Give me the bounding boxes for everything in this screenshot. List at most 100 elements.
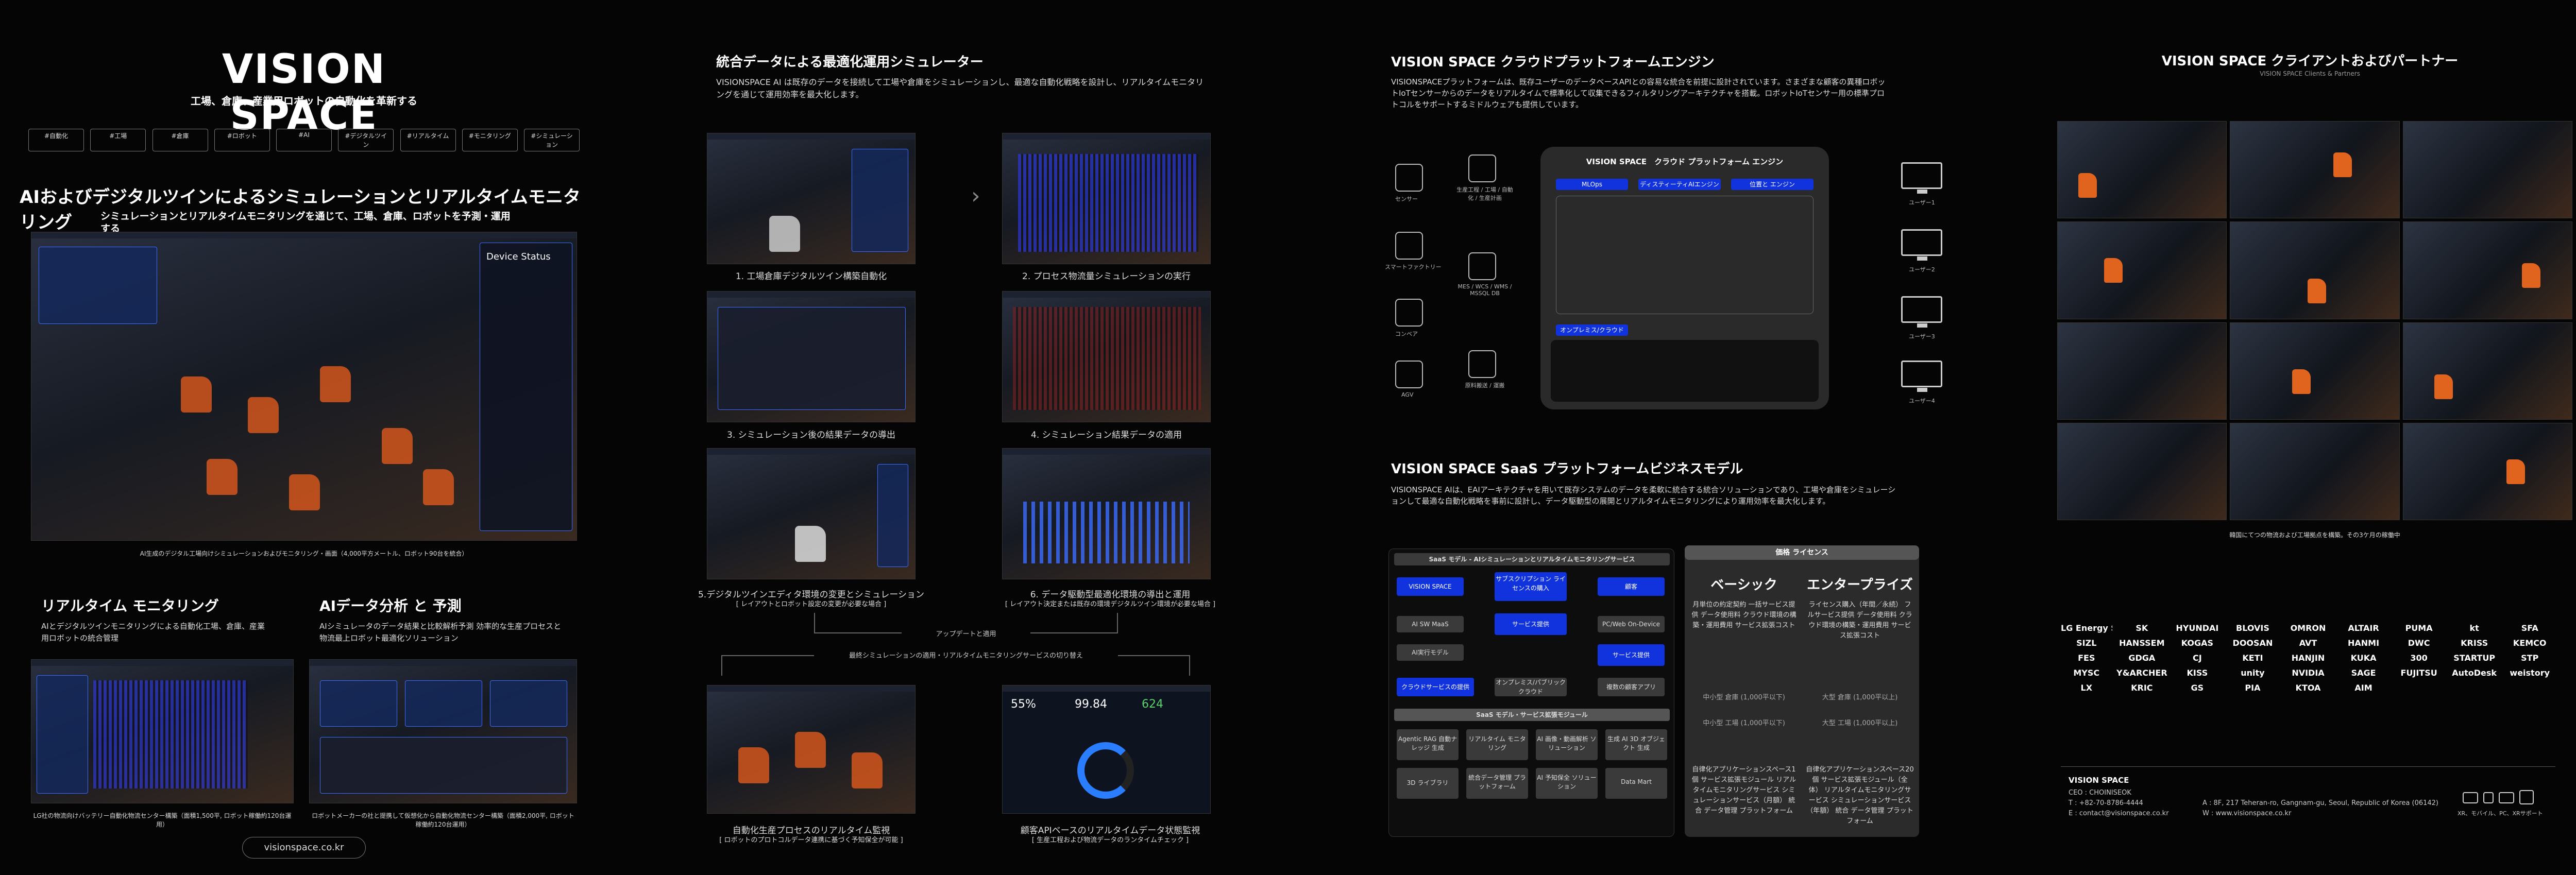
basic-desc: 月単位の約定契約 一括サービス提供 データ使用料 クラウド環境の構築・運用費用 …	[1691, 601, 1797, 629]
enterprise-title: エンタープライズ	[1807, 577, 1913, 593]
tab-mlops[interactable]: MLOps	[1556, 179, 1628, 190]
sensor-icon	[1395, 164, 1423, 192]
step1-label: 1. 工場倉庫デジタルツイン構築自動化	[735, 271, 887, 282]
tag[interactable]: #AI	[276, 129, 332, 151]
engine-diagram: VISION SPACE クラウド プラットフォーム エンジン MLOps ディ…	[1540, 147, 1829, 409]
engine-box-title: VISION SPACE クラウド プラットフォーム エンジン	[1586, 157, 1784, 166]
partner-logo: FES	[2078, 653, 2095, 663]
monitor-icon	[1901, 296, 1942, 328]
license-panel: 価格 ライセンス ベーシック 月単位の約定契約 一括サービス提供 データ使用料 …	[1685, 545, 1919, 837]
devices-label: XR、モバイル、PC、XRサポート	[2458, 810, 2543, 817]
company-name: VISION SPACE	[2069, 776, 2129, 785]
gallery-image[interactable]	[2057, 221, 2227, 319]
tab-location-engine[interactable]: 位置と エンジン	[1731, 179, 1814, 190]
partner-logo: KISS	[2187, 668, 2208, 678]
final-label: 最終シミュレーションの適用・リアルタイムモニタリングサービスの切り替え	[814, 650, 1118, 660]
smart-factory-icon	[1395, 232, 1423, 260]
partner-logo: weistory	[2510, 668, 2550, 678]
saas-left-head: SaaS モデル - AIシミュレーションとリアルタイムモニタリングサービス	[1394, 553, 1670, 565]
partner-logo: BLOVIS	[2236, 623, 2269, 633]
gallery-image[interactable]	[2230, 221, 2400, 319]
basic-size-1: 中小型 倉庫 (1,000平以下)	[1703, 694, 1785, 701]
clients-subtitle: VISION SPACE Clients & Partners	[2260, 70, 2360, 77]
step4-label: 4. シミュレーション結果データの適用	[1031, 430, 1182, 440]
node-apps: 複数の顧客アプリ	[1598, 678, 1665, 696]
partner-logo: PUMA	[2405, 623, 2433, 633]
tab-ai-engine[interactable]: ディスティーティAIエンジン	[1638, 179, 1721, 190]
tag[interactable]: #モニタリング	[462, 129, 518, 151]
step3-screenshot	[707, 291, 916, 422]
gallery-image[interactable]	[2230, 121, 2400, 219]
step6-screenshot	[1002, 448, 1211, 579]
main-caption: AI生成のデジタル工場向けシミュレーションおよびモニタリング・画面（4,000平…	[140, 550, 468, 557]
partner-logo: 300	[2410, 653, 2428, 663]
qr-code-icon	[2519, 790, 2534, 804]
node-pc-web: PC/Web On-Device	[1598, 616, 1665, 632]
agv-icon	[1395, 361, 1423, 388]
partner-logo: NVIDIA	[2292, 668, 2325, 678]
simulator-desc: VISIONSPACE AI は既存のデータを接続して工場や倉庫をシミュレーショ…	[716, 77, 1204, 99]
step8-sub: [ 生産工程および物流データのランタイムチェック ]	[1031, 836, 1189, 844]
gallery-image[interactable]	[2057, 121, 2227, 219]
website-link[interactable]: visionspace.co.kr	[242, 837, 366, 859]
module: Data Mart	[1605, 768, 1667, 799]
partner-logo: CJ	[2193, 653, 2202, 663]
email-link[interactable]: E : contact@visionspace.co.kr	[2069, 809, 2169, 819]
node-ai-sw-maas: AI SW MaaS	[1397, 616, 1464, 632]
module: AI 予知保全 ソリューション	[1536, 768, 1598, 799]
partner-logo: Y&ARCHER	[2116, 668, 2167, 678]
partner-logos: LG Energy Solution SK HYUNDAI BLOVIS OMRON AL…	[2061, 623, 2555, 693]
chevron-right-icon: ›	[971, 183, 980, 209]
partner-logo: SFA	[2521, 623, 2538, 633]
analysis-title: AIデータ分析 と 予測	[319, 597, 462, 614]
website-link[interactable]: W : www.visionspace.co.kr	[2202, 809, 2291, 819]
gallery-image[interactable]	[2057, 422, 2227, 520]
tag-list: #自動化 #工場 #倉庫 #ロボット #AI #デジタルツイン #リアルタイム …	[28, 129, 580, 151]
node-service: サービス提供	[1495, 613, 1567, 635]
gallery-image[interactable]	[2402, 322, 2572, 420]
gallery-image[interactable]	[2402, 121, 2572, 219]
partner-logo: HANMI	[2348, 638, 2380, 648]
node-customer: 顧客	[1598, 577, 1665, 596]
tag[interactable]: #シミュレーション	[524, 129, 580, 151]
left-caption: LG社の物流向けバッテリー自動化物流センター構築（面積1,500平, ロボット稼…	[33, 812, 292, 828]
tag[interactable]: #自動化	[28, 129, 84, 151]
partner-logo: KUKA	[2350, 653, 2377, 663]
partner-logo: STARTUP	[2453, 653, 2496, 663]
step3-label: 3. シミュレーション後の結果データの導出	[727, 430, 895, 440]
tag[interactable]: #リアルタイム	[400, 129, 456, 151]
kpi-value-1: 55%	[1011, 698, 1036, 711]
partner-logo: PIA	[2245, 683, 2261, 693]
gallery-image[interactable]	[2402, 221, 2572, 319]
partner-logo: KETI	[2242, 653, 2263, 663]
partner-logo: AutoDesk	[2452, 668, 2497, 678]
node-onprem: オンプレミス/パブリッククラウド	[1495, 678, 1567, 696]
onprem-area	[1551, 340, 1819, 402]
step7-screenshot	[707, 685, 916, 814]
tag[interactable]: #倉庫	[152, 129, 208, 151]
kpi-value-3: 624	[1142, 698, 1163, 711]
gallery-image[interactable]	[2057, 322, 2227, 420]
module: リアルタイム モニタリング	[1466, 729, 1528, 760]
tag[interactable]: #デジタルツイン	[338, 129, 394, 151]
phone: T : +82-70-8786-4444	[2069, 799, 2143, 807]
saas-diagram: SaaS モデル - AIシミュレーションとリアルタイムモニタリングサービス V…	[1388, 548, 1674, 837]
gallery-image[interactable]	[2230, 422, 2400, 520]
tag[interactable]: #工場	[90, 129, 146, 151]
gallery-image[interactable]	[2402, 422, 2572, 520]
partner-logo: SIZL	[2076, 638, 2097, 648]
headline-desc: シミュレーションとリアルタイムモニタリングを通じて、工場、倉庫、ロボットを予測・…	[100, 211, 511, 234]
material-transport-icon	[1468, 350, 1496, 378]
engine-title: VISION SPACE クラウドプラットフォームエンジン	[1391, 55, 1715, 70]
tag[interactable]: #ロボット	[214, 129, 270, 151]
vr-headset-icon	[2463, 792, 2478, 803]
partner-logo: KRISS	[2461, 638, 2488, 648]
partner-logo: SK	[2136, 623, 2148, 633]
step4-screenshot	[1002, 291, 1211, 422]
module: 生成 AI 3D オブジェクト 生成	[1605, 729, 1667, 760]
project-gallery	[2057, 121, 2572, 520]
saas-title: VISION SPACE SaaS プラットフォームビジネスモデル	[1391, 461, 1743, 477]
partner-logo: OMRON	[2290, 623, 2326, 633]
gallery-image[interactable]	[2230, 322, 2400, 420]
analytics-screenshot	[309, 659, 577, 803]
